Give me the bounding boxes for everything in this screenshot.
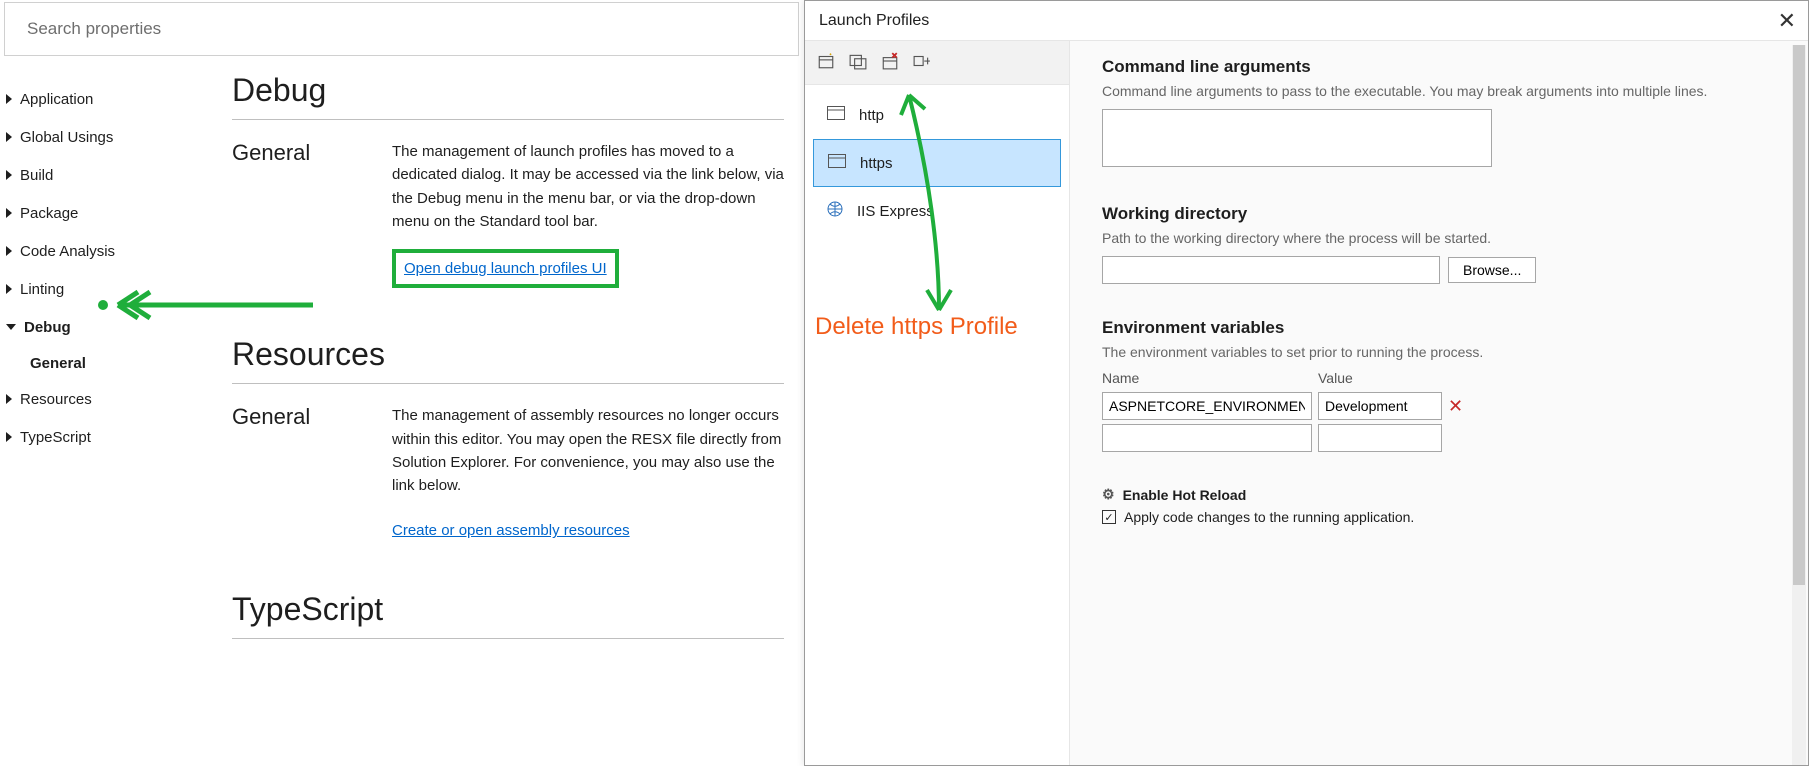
gear-icon: ⚙ (1102, 486, 1115, 503)
duplicate-profile-icon[interactable] (849, 52, 867, 73)
profile-label: http (859, 107, 884, 124)
env-name-0[interactable] (1102, 392, 1312, 420)
globe-icon (827, 201, 843, 221)
search-placeholder: Search properties (27, 19, 161, 39)
section-label-general: General (232, 140, 392, 166)
nav-item-global-usings[interactable]: Global Usings (6, 118, 206, 156)
section-heading-typescript: TypeScript (232, 591, 784, 628)
create-open-assembly-resources-link[interactable]: Create or open assembly resources (392, 519, 630, 542)
nav-item-package[interactable]: Package (6, 194, 206, 232)
properties-content: Debug General The management of launch p… (232, 72, 794, 659)
nav-sub-debug-general[interactable]: General (6, 346, 206, 380)
properties-side-nav: Application Global Usings Build Package … (6, 80, 206, 456)
profiles-toolbar (805, 41, 1069, 85)
dialog-scrollbar[interactable] (1792, 45, 1806, 765)
new-profile-icon[interactable] (817, 52, 835, 73)
launch-profiles-dialog: Launch Profiles ✕ (804, 0, 1809, 766)
search-properties-input[interactable]: Search properties (4, 2, 799, 56)
dialog-title: Launch Profiles (819, 12, 929, 30)
apply-changes-checkbox[interactable]: ✓ (1102, 510, 1116, 524)
cmdline-heading: Command line arguments (1102, 57, 1772, 77)
nav-item-application[interactable]: Application (6, 80, 206, 118)
workdir-heading: Working directory (1102, 204, 1772, 224)
divider (232, 638, 784, 639)
env-value-0[interactable] (1318, 392, 1442, 420)
window-icon (827, 106, 845, 124)
rename-profile-icon[interactable] (913, 52, 931, 73)
env-col-value-header: Value (1318, 370, 1442, 386)
env-row-delete-icon[interactable]: ✕ (1448, 396, 1463, 417)
resources-description: The management of assembly resources no … (392, 407, 781, 494)
nav-item-code-analysis[interactable]: Code Analysis (6, 232, 206, 270)
profile-item-https[interactable]: https (813, 139, 1061, 187)
profile-label: IIS Express (857, 203, 934, 220)
env-sub: The environment variables to set prior t… (1102, 344, 1772, 360)
profile-item-http[interactable]: http (813, 91, 1061, 139)
close-icon[interactable]: ✕ (1778, 8, 1796, 34)
hot-reload-heading: Enable Hot Reload (1123, 487, 1247, 503)
section-label-general: General (232, 404, 392, 430)
nav-item-build[interactable]: Build (6, 156, 206, 194)
workdir-sub: Path to the working directory where the … (1102, 230, 1772, 246)
nav-item-debug[interactable]: Debug (6, 308, 206, 346)
divider (232, 119, 784, 120)
workdir-input[interactable] (1102, 256, 1440, 284)
section-heading-debug: Debug (232, 72, 784, 109)
env-heading: Environment variables (1102, 318, 1772, 338)
nav-item-resources[interactable]: Resources (6, 380, 206, 418)
cmdline-sub: Command line arguments to pass to the ex… (1102, 83, 1772, 99)
profile-item-iis-express[interactable]: IIS Express (813, 187, 1061, 235)
debug-description: The management of launch profiles has mo… (392, 143, 784, 230)
delete-profile-icon[interactable] (881, 52, 899, 73)
env-name-1[interactable] (1102, 424, 1312, 452)
env-col-name-header: Name (1102, 370, 1312, 386)
cmdline-input[interactable] (1102, 109, 1492, 167)
window-icon (828, 154, 846, 172)
open-debug-launch-profiles-link[interactable]: Open debug launch profiles UI (404, 257, 607, 280)
env-value-1[interactable] (1318, 424, 1442, 452)
annotation-text-delete: Delete https Profile (815, 313, 1018, 341)
nav-item-linting[interactable]: Linting (6, 270, 206, 308)
divider (232, 383, 784, 384)
profile-label: https (860, 155, 893, 172)
browse-button[interactable]: Browse... (1448, 257, 1536, 283)
section-heading-resources: Resources (232, 336, 784, 373)
nav-item-typescript[interactable]: TypeScript (6, 418, 206, 456)
annotation-highlight-box: Open debug launch profiles UI (392, 249, 619, 288)
apply-changes-label: Apply code changes to the running applic… (1124, 509, 1414, 525)
